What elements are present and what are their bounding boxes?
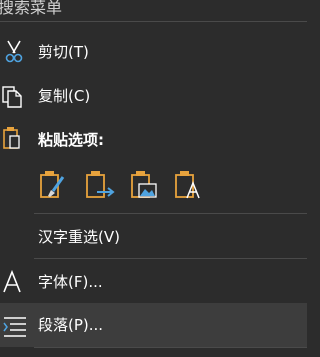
paste-arrow-icon [86,171,115,198]
paste-text-only-button[interactable] [172,163,206,207]
search-input[interactable] [0,0,300,22]
font-label: 字体(F)... [38,273,103,291]
menu-separator [34,258,307,259]
cut-label: 剪切(T) [38,43,89,61]
clipboard-icon [0,118,30,162]
menu-separator [34,213,307,214]
copy-label: 复制(C) [38,87,91,105]
paste-options-header: 粘贴选项: [0,118,307,162]
paste-keep-source-button[interactable] [37,163,71,207]
paste-picture-icon [131,171,157,198]
convert-menu-item[interactable]: 汉字重选(V) [0,215,307,259]
context-menu: 剪切(T) 复制(C) 粘贴选项: [0,0,307,357]
paragraph-icon [0,303,30,347]
font-icon [0,260,30,304]
paste-text-icon [175,171,200,199]
convert-label: 汉字重选(V) [38,228,120,246]
font-menu-item[interactable]: 字体(F)... [0,260,307,304]
paste-brush-icon [40,171,65,198]
scissors-icon [0,30,30,74]
menu-separator [34,347,307,348]
copy-icon [0,74,30,118]
copy-menu-item[interactable]: 复制(C) [0,74,307,118]
paste-picture-button[interactable] [128,163,162,207]
paragraph-label: 段落(P)... [38,316,104,334]
paragraph-menu-item[interactable]: 段落(P)... [0,303,307,347]
paste-options-label: 粘贴选项: [38,131,104,149]
paste-merge-formatting-button[interactable] [83,163,117,207]
cut-menu-item[interactable]: 剪切(T) [0,30,307,74]
menu-search[interactable] [0,0,307,22]
